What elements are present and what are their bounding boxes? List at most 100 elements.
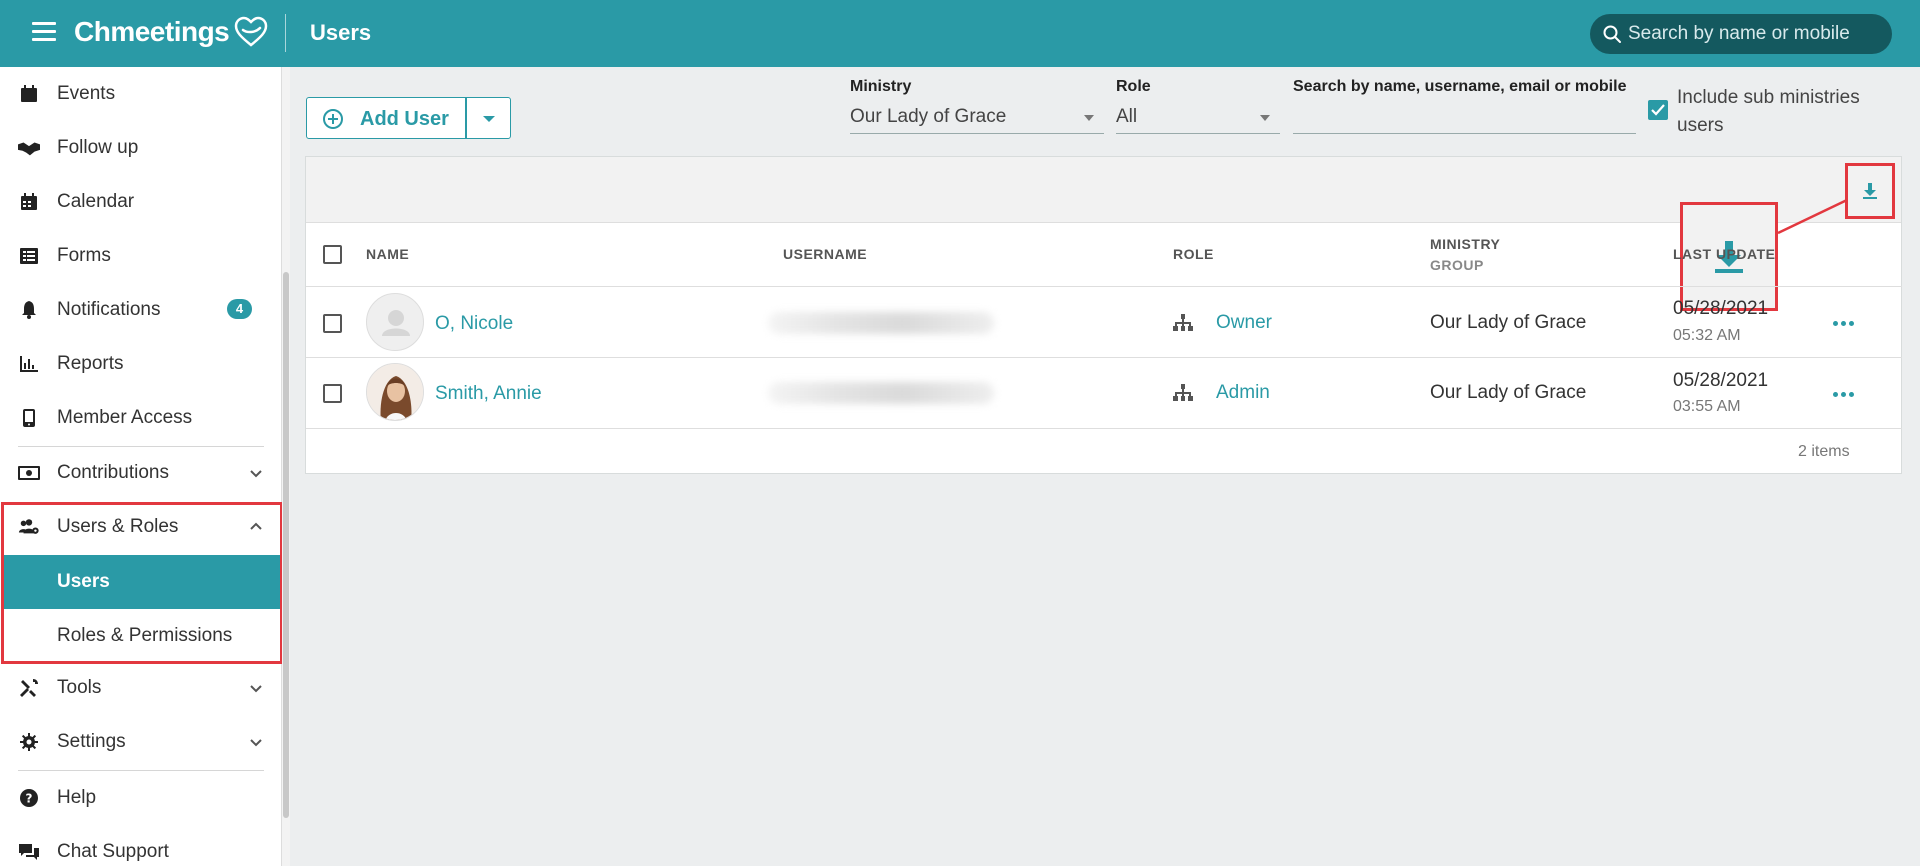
users-cog-icon (18, 516, 40, 538)
tools-icon (18, 677, 40, 699)
role-select[interactable]: All (1116, 102, 1280, 134)
search-filter-label: Search by name, username, email or mobil… (1293, 78, 1627, 95)
ministry-filter-label: Ministry (850, 78, 912, 95)
bell-icon (18, 299, 40, 321)
row-checkbox[interactable] (323, 384, 342, 403)
column-header-ministry-group: GROUP (1430, 257, 1484, 273)
users-grid (305, 156, 1902, 474)
select-all-checkbox[interactable] (323, 245, 342, 264)
plus-circle-icon (323, 109, 343, 129)
checkmark-icon (1651, 104, 1665, 116)
add-user-button[interactable]: Add User (306, 97, 466, 139)
sidebar-item-reports[interactable]: Reports (0, 337, 282, 391)
export-button[interactable] (1845, 163, 1895, 219)
row-separator (306, 357, 1902, 358)
last-update-date: 05/28/2021 (1673, 298, 1769, 319)
calendar-icon (18, 191, 40, 213)
caret-down-icon (1084, 115, 1094, 121)
sidebar-item-label: Chat Support (57, 841, 169, 862)
top-bar: Chmeetings Users (0, 0, 1920, 67)
sidebar-subitem-users[interactable]: Users (4, 555, 282, 609)
sidebar-item-events[interactable]: Events (0, 67, 282, 121)
sidebar-item-users-roles[interactable]: Users & Roles (0, 500, 282, 554)
sitemap-icon (1173, 384, 1193, 401)
add-user-dropdown-button[interactable] (466, 97, 511, 139)
sidebar-item-forms[interactable]: Forms (0, 229, 282, 283)
user-name-link[interactable]: Smith, Annie (435, 383, 542, 405)
mobile-phone-icon (18, 407, 40, 429)
role-select-value: All (1116, 106, 1138, 127)
row-actions-menu[interactable] (1833, 392, 1854, 397)
sidebar-item-label: Follow up (57, 137, 139, 158)
sidebar-item-notifications[interactable]: Notifications 4 (0, 283, 282, 337)
logo-text: Chmeetings (74, 16, 230, 47)
sidebar-item-help[interactable]: ? Help (0, 771, 282, 825)
include-sub-ministries-label: Include sub ministries users (1677, 87, 1860, 136)
sidebar-item-label: Events (57, 83, 116, 104)
sidebar-item-label: Contributions (57, 462, 169, 483)
heart-logo-icon (234, 16, 268, 47)
sidebar-item-label: Settings (57, 731, 126, 752)
calendar-page-icon (18, 83, 40, 105)
ministry-cell: Our Lady of Grace (1430, 382, 1587, 403)
user-photo (367, 364, 423, 420)
row-separator (306, 286, 1902, 287)
ministry-cell: Our Lady of Grace (1430, 312, 1587, 333)
global-search[interactable] (1590, 14, 1892, 54)
chevron-down-icon (250, 685, 262, 693)
last-update-date: 05/28/2021 (1673, 370, 1769, 391)
sidebar-item-label: Help (57, 787, 97, 808)
handshake-icon (18, 137, 40, 159)
chevron-down-icon (250, 739, 262, 747)
chat-bubbles-icon (18, 841, 40, 863)
role-link[interactable]: Owner (1216, 312, 1272, 334)
ministry-select-value: Our Lady of Grace (850, 106, 1007, 127)
sidebar-scrollbar-thumb[interactable] (283, 272, 289, 818)
column-header-name[interactable]: NAME (366, 246, 409, 262)
column-header-username[interactable]: USERNAME (783, 246, 867, 262)
user-search-input[interactable] (1293, 102, 1636, 134)
row-actions-menu[interactable] (1833, 321, 1854, 326)
items-count: 2 items (1798, 443, 1850, 460)
form-list-icon (18, 245, 40, 267)
download-icon (1863, 183, 1877, 199)
caret-down-icon (1260, 115, 1270, 121)
chevron-up-icon (250, 522, 262, 530)
sidebar-item-settings[interactable]: Settings (0, 715, 282, 769)
column-header-ministry[interactable]: MINISTRY (1430, 236, 1500, 252)
add-user-label: Add User (360, 108, 449, 130)
sidebar-item-tools[interactable]: Tools (0, 661, 282, 715)
sidebar-subitem-label: Users (57, 571, 110, 592)
app-logo[interactable]: Chmeetings (74, 16, 269, 48)
user-name-link[interactable]: O, Nicole (435, 313, 513, 335)
role-filter-label: Role (1116, 78, 1151, 95)
user-silhouette-icon (382, 310, 410, 336)
blurred-username (768, 382, 994, 404)
svg-text:?: ? (26, 792, 33, 806)
sidebar-subitem-roles-permissions[interactable]: Roles & Permissions (4, 609, 282, 663)
avatar (366, 363, 424, 421)
column-header-role[interactable]: ROLE (1173, 246, 1214, 262)
row-separator (306, 428, 1902, 429)
sidebar-item-contributions[interactable]: Contributions (0, 446, 282, 500)
sidebar-item-follow-up[interactable]: Follow up (0, 121, 282, 175)
caret-down-icon (483, 116, 495, 122)
sidebar-item-chat-support[interactable]: Chat Support (0, 825, 282, 866)
ministry-select[interactable]: Our Lady of Grace (850, 102, 1104, 134)
sidebar-item-label: Notifications (57, 299, 161, 320)
sidebar-subitem-label: Roles & Permissions (57, 625, 233, 646)
role-link[interactable]: Admin (1216, 382, 1270, 404)
sidebar-item-label: Tools (57, 677, 102, 698)
hamburger-menu-icon[interactable] (32, 22, 56, 42)
row-checkbox[interactable] (323, 314, 342, 333)
include-sub-ministries-checkbox[interactable] (1648, 100, 1668, 120)
sidebar-item-label: Users & Roles (57, 516, 179, 537)
sidebar-item-calendar[interactable]: Calendar (0, 175, 282, 229)
column-header-last-update[interactable]: LAST UPDATE (1673, 246, 1775, 262)
global-search-input[interactable] (1628, 23, 1888, 45)
sidebar-item-member-access[interactable]: Member Access (0, 391, 282, 445)
blurred-username (768, 312, 994, 334)
sidebar-item-label: Calendar (57, 191, 135, 212)
gear-icon (18, 731, 40, 753)
search-icon (1603, 25, 1621, 43)
